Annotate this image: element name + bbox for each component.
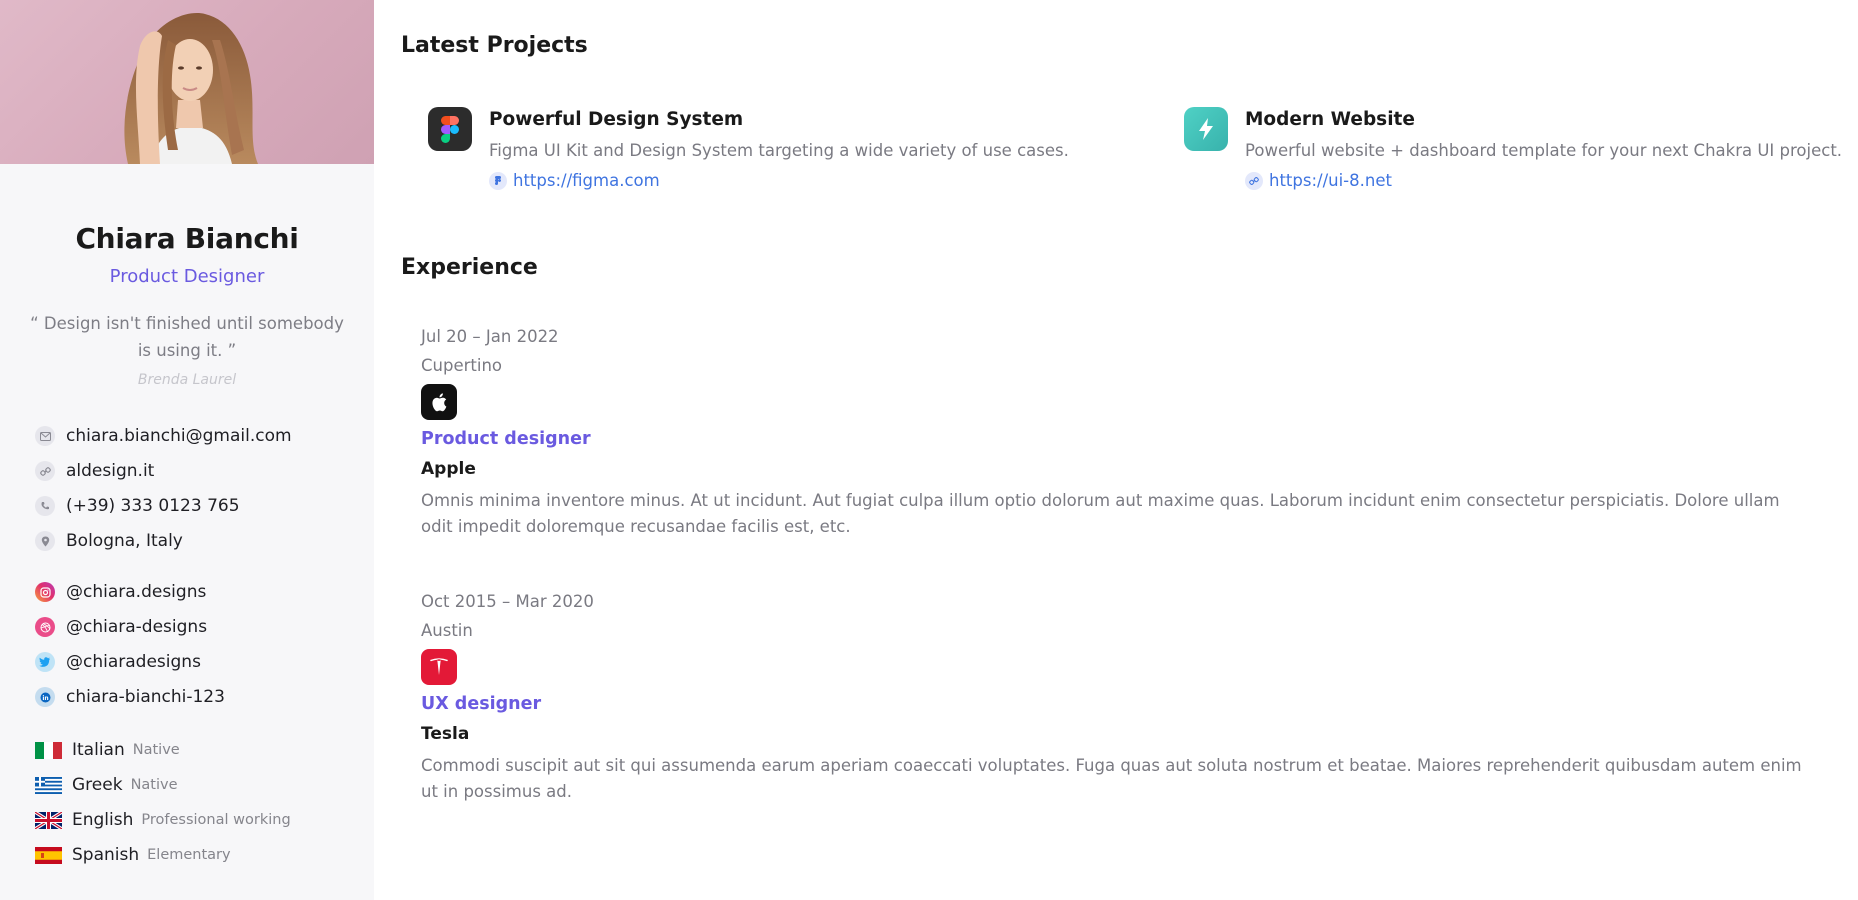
figma-small-icon (489, 171, 507, 190)
language-name: Greek (72, 775, 123, 795)
contact-location-text: Bologna, Italy (66, 531, 183, 551)
experience-item: Oct 2015 – Mar 2020 Austin UX designer T… (421, 587, 1811, 805)
language-level: Native (130, 777, 178, 793)
social-instagram[interactable]: @chiara.designs (35, 580, 206, 604)
experience-company: Tesla (421, 724, 470, 744)
project-title: Modern Website (1245, 109, 1415, 130)
language-greek: Greek Native (35, 773, 178, 797)
language-level: Native (132, 742, 180, 758)
experience-role: UX designer (421, 694, 542, 714)
greece-flag-icon (35, 776, 62, 794)
profile-photo (0, 0, 374, 164)
svg-text:in: in (42, 694, 48, 701)
social-linkedin[interactable]: in chiara-bianchi-123 (35, 685, 225, 709)
social-linkedin-text: chiara-bianchi-123 (66, 687, 225, 707)
project-link-text: https://ui-8.net (1269, 171, 1392, 190)
link-icon (35, 461, 55, 481)
lightning-icon (1184, 107, 1228, 151)
social-instagram-text: @chiara.designs (66, 582, 207, 602)
figma-icon (428, 107, 472, 151)
language-english: English Professional working (35, 808, 291, 832)
dribbble-icon (35, 617, 55, 637)
profile-sidebar: Chiara Bianchi Product Designer “ Design… (0, 0, 374, 900)
location-pin-icon (35, 531, 55, 551)
experience-company: Apple (421, 459, 476, 479)
social-dribbble[interactable]: @chiara-designs (35, 615, 207, 639)
social-twitter-text: @chiaradesigns (66, 652, 201, 672)
language-level: Elementary (147, 847, 231, 863)
experience-item: Jul 20 – Jan 2022 Cupertino Product desi… (421, 322, 1811, 540)
experience-role: Product designer (421, 429, 591, 449)
twitter-icon (35, 652, 55, 672)
projects-heading: Latest Projects (401, 33, 588, 58)
experience-heading: Experience (401, 255, 538, 280)
contact-email[interactable]: chiara.bianchi@gmail.com (35, 424, 292, 448)
experience-dates: Oct 2015 – Mar 2020 (421, 592, 594, 611)
experience-description: Omnis minima inventore minus. At ut inci… (421, 491, 1780, 536)
language-name: Italian (72, 740, 125, 760)
contact-website-text: aldesign.it (66, 461, 155, 481)
project-link[interactable]: https://ui-8.net (1245, 171, 1392, 190)
spain-flag-icon (35, 846, 62, 864)
contact-email-text: chiara.bianchi@gmail.com (66, 426, 292, 446)
experience-dates: Jul 20 – Jan 2022 (421, 327, 559, 346)
social-dribbble-text: @chiara-designs (66, 617, 208, 637)
language-spanish: Spanish Elementary (35, 843, 231, 867)
apple-logo-icon (421, 384, 457, 420)
linkedin-icon: in (35, 687, 55, 707)
contact-phone[interactable]: (+39) 333 0123 765 (35, 494, 240, 518)
profile-quote: “ Design isn't finished until somebody i… (30, 314, 344, 360)
profile-name: Chiara Bianchi (75, 222, 299, 255)
mail-icon (35, 426, 55, 446)
italy-flag-icon (35, 741, 62, 759)
project-description: Figma UI Kit and Design System targeting… (489, 141, 1069, 160)
uk-flag-icon (35, 811, 62, 829)
instagram-icon (35, 582, 55, 602)
experience-location: Cupertino (421, 356, 502, 375)
language-name: Spanish (72, 845, 140, 865)
main-content: Latest Projects Powerful Design System F… (374, 0, 1858, 900)
language-name: English (72, 810, 134, 830)
project-card[interactable]: Modern Website Powerful website + dashbo… (1184, 105, 1844, 195)
contact-website[interactable]: aldesign.it (35, 459, 154, 483)
contact-location: Bologna, Italy (35, 529, 183, 553)
experience-description: Commodi suscipit aut sit qui assumenda e… (421, 756, 1802, 801)
project-link[interactable]: https://figma.com (489, 171, 660, 190)
phone-icon (35, 496, 55, 516)
experience-location: Austin (421, 621, 473, 640)
quote-author: Brenda Laurel (137, 372, 237, 388)
project-description: Powerful website + dashboard template fo… (1245, 141, 1843, 160)
project-card[interactable]: Powerful Design System Figma UI Kit and … (428, 105, 1128, 195)
tesla-logo-icon (421, 649, 457, 685)
language-level: Professional working (141, 812, 291, 828)
project-title: Powerful Design System (489, 109, 744, 130)
profile-role: Product Designer (109, 266, 265, 287)
link-icon (1245, 171, 1263, 190)
project-link-text: https://figma.com (513, 171, 660, 190)
contact-phone-text: (+39) 333 0123 765 (66, 496, 240, 516)
language-italian: Italian Native (35, 738, 180, 762)
social-twitter[interactable]: @chiaradesigns (35, 650, 201, 674)
portrait-image (124, 13, 258, 164)
